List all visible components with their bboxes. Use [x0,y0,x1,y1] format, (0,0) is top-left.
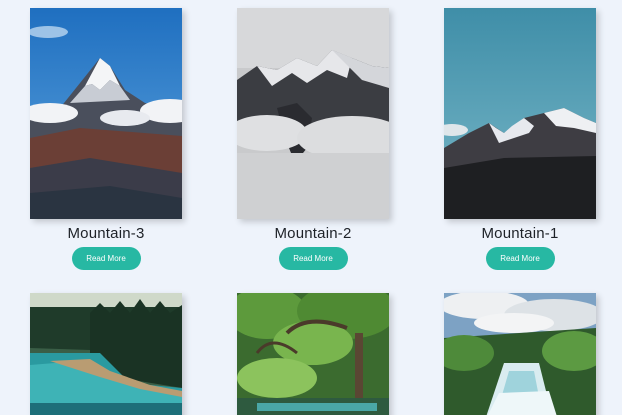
card-title: Mountain-1 [481,225,559,242]
read-more-button[interactable]: Read More [278,247,348,270]
read-more-button[interactable]: Read More [485,247,555,270]
card-mountain-3: Mountain-3 Read More [30,8,182,270]
card-title: Mountain-2 [274,225,352,242]
card-mountain-1: Mountain-1 Read More [444,8,596,270]
mountain-3-image[interactable] [30,8,182,219]
gallery: Mountain-3 Read More Mountain-2 Read Mor… [0,0,622,415]
mountain-2-image[interactable] [237,8,389,219]
card-green-forest [237,293,389,415]
waterfall-image[interactable] [444,293,596,415]
card-title: Mountain-3 [67,225,145,242]
lake-forest-image[interactable] [30,293,182,415]
green-forest-image[interactable] [237,293,389,415]
read-more-button[interactable]: Read More [71,247,141,270]
mountain-1-image[interactable] [444,8,596,219]
card-waterfall [444,293,596,415]
card-lake-forest [30,293,182,415]
card-mountain-2: Mountain-2 Read More [237,8,389,270]
